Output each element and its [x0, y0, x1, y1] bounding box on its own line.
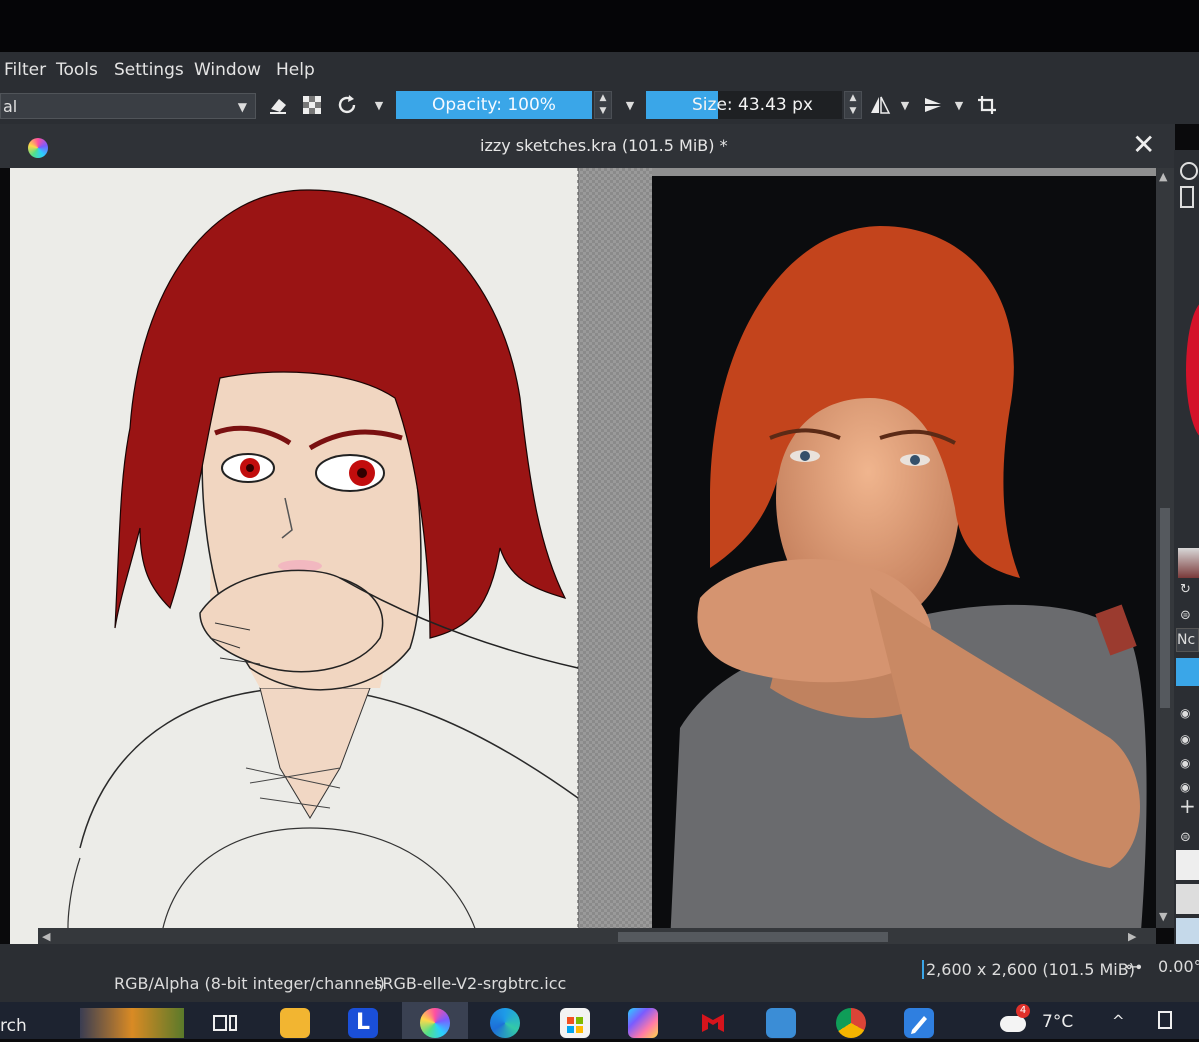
- layer-thumbnail[interactable]: [1176, 884, 1199, 914]
- layer-thumbnail[interactable]: [1176, 850, 1199, 880]
- windows-taskbar: rch L 4 7°C ^: [0, 1002, 1199, 1039]
- menu-bar: Filter Tools Settings Window Help: [0, 52, 1199, 90]
- chevron-down-icon[interactable]: ▼: [372, 94, 386, 118]
- color-swatch[interactable]: [1178, 548, 1199, 578]
- monitor-bezel: [0, 0, 1199, 52]
- chevron-up-icon[interactable]: ^: [1112, 1012, 1125, 1030]
- visibility-eye-icon[interactable]: ◉: [1180, 780, 1190, 794]
- chrome-icon[interactable]: [836, 1008, 866, 1038]
- transparency-checker: [576, 168, 652, 944]
- chevron-down-icon[interactable]: ▼: [898, 94, 912, 118]
- scroll-thumb[interactable]: [1160, 508, 1170, 708]
- tool-options-bar: al ▼ ▼ Opacity: 100% ▲ ▼ ▼ Size: 43.43 px…: [0, 88, 1199, 124]
- mirror-horizontal-icon[interactable]: [868, 94, 892, 118]
- scroll-down-arrow[interactable]: ▼: [1159, 910, 1167, 923]
- vertical-scrollbar[interactable]: ▲ ▼: [1156, 168, 1174, 928]
- size-value: Size: 43.43 px: [692, 95, 813, 115]
- notes-app-icon[interactable]: [904, 1008, 934, 1038]
- menu-help[interactable]: Help: [276, 60, 315, 80]
- docker-button[interactable]: [1180, 162, 1198, 180]
- layer-row-selected[interactable]: [1176, 658, 1199, 686]
- device-icon[interactable]: [1156, 1008, 1176, 1038]
- color-space-label: RGB/Alpha (8-bit integer/channel): [114, 974, 385, 993]
- eraser-icon[interactable]: [266, 94, 290, 118]
- docker-button[interactable]: ⊜: [1180, 830, 1191, 845]
- document-tab[interactable]: izzy sketches.kra (101.5 MiB) * ✕: [0, 124, 1175, 168]
- launcher-app-icon[interactable]: L: [348, 1008, 378, 1038]
- layer-blend-select[interactable]: Nc: [1176, 628, 1199, 652]
- scroll-up-arrow[interactable]: ▲: [1159, 170, 1167, 183]
- task-view-icon[interactable]: [210, 1008, 240, 1038]
- visibility-eye-icon[interactable]: ◉: [1180, 706, 1190, 720]
- document-title: izzy sketches.kra (101.5 MiB) *: [480, 136, 728, 155]
- size-slider[interactable]: Size: 43.43 px: [646, 91, 842, 119]
- scroll-left-arrow[interactable]: ◀: [42, 930, 50, 943]
- menu-filter[interactable]: Filter: [4, 60, 46, 80]
- weather-badge: 4: [1016, 1004, 1030, 1018]
- scroll-thumb[interactable]: [618, 932, 888, 942]
- cloud-icon: [1000, 1016, 1026, 1032]
- blend-mode-value: al: [3, 97, 18, 116]
- rotation-value[interactable]: 0.00°: [1158, 957, 1199, 976]
- reload-icon[interactable]: ↻: [1180, 582, 1191, 597]
- photos-app-icon[interactable]: [766, 1008, 796, 1038]
- opacity-slider[interactable]: Opacity: 100%: [396, 91, 592, 119]
- size-spinner[interactable]: ▲ ▼: [844, 91, 862, 119]
- canvas-viewport[interactable]: [10, 168, 1156, 945]
- menu-tools[interactable]: Tools: [56, 60, 98, 80]
- image-dimensions[interactable]: 2,600 x 2,600 (101.5 MiB): [922, 960, 1135, 979]
- settings-icon[interactable]: ⊜: [1180, 608, 1191, 623]
- search-box-text[interactable]: rch: [0, 1016, 27, 1036]
- menu-settings[interactable]: Settings: [114, 60, 184, 80]
- menu-window[interactable]: Window: [194, 60, 261, 80]
- edge-browser-icon[interactable]: [490, 1008, 520, 1038]
- layer-thumbnail[interactable]: [1176, 918, 1199, 944]
- krita-logo-icon: [28, 138, 48, 158]
- copilot-icon[interactable]: [628, 1008, 658, 1038]
- mcafee-icon[interactable]: [698, 1008, 728, 1038]
- rotation-icon[interactable]: ⊶: [1126, 957, 1142, 976]
- krita-taskbar-button[interactable]: [402, 1002, 468, 1039]
- visibility-eye-icon[interactable]: ◉: [1180, 732, 1190, 746]
- scroll-right-arrow[interactable]: ▶: [1128, 930, 1136, 943]
- status-bar: RGB/Alpha (8-bit integer/channel) sRGB-e…: [0, 944, 1199, 1002]
- blend-mode-select[interactable]: al ▼: [0, 93, 256, 119]
- canvas-artwork: [10, 168, 1156, 945]
- reference-photo: [652, 176, 1156, 944]
- alpha-lock-icon[interactable]: [300, 94, 324, 118]
- chevron-down-icon[interactable]: ▼: [623, 94, 637, 118]
- docker-button[interactable]: [1180, 186, 1194, 208]
- krita-icon: [420, 1008, 450, 1038]
- weather-temperature[interactable]: 7°C: [1042, 1012, 1073, 1032]
- file-explorer-icon[interactable]: [280, 1008, 310, 1038]
- chevron-down-icon[interactable]: ▼: [952, 94, 966, 118]
- opacity-spinner[interactable]: ▲ ▼: [594, 91, 612, 119]
- close-icon[interactable]: ✕: [1132, 130, 1155, 160]
- reload-preset-icon[interactable]: [335, 94, 359, 118]
- color-wheel-fragment[interactable]: [1186, 300, 1199, 440]
- right-docker-strip: ↻ ⊜ Nc ◉ ◉ ◉ ◉ + ⊜: [1174, 150, 1199, 1010]
- microsoft-store-icon[interactable]: [560, 1008, 590, 1038]
- search-highlight-image[interactable]: [80, 1008, 184, 1038]
- add-layer-icon[interactable]: +: [1179, 794, 1196, 818]
- mirror-vertical-icon[interactable]: [921, 94, 945, 118]
- sketch-drawing: [10, 168, 579, 945]
- visibility-eye-icon[interactable]: ◉: [1180, 756, 1190, 770]
- color-profile-label: sRGB-elle-V2-srgbtrc.icc: [374, 974, 567, 993]
- chevron-down-icon: ▼: [237, 100, 247, 114]
- weather-icon[interactable]: 4: [998, 1004, 1030, 1038]
- wrap-around-icon[interactable]: [975, 94, 999, 118]
